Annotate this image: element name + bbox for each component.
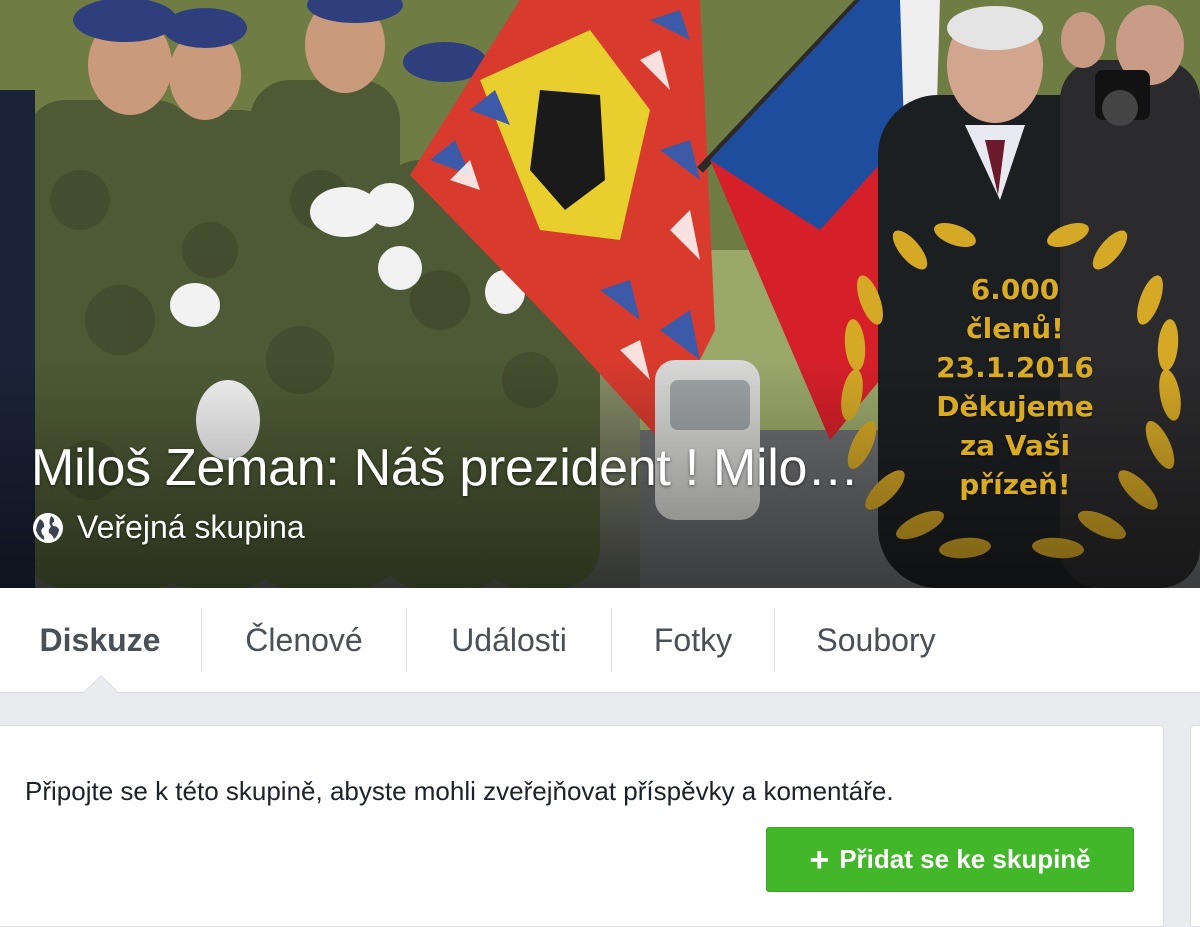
tab-events[interactable]: Události xyxy=(407,588,611,692)
group-title[interactable]: Miloš Zeman: Náš prezident ! Milo… xyxy=(31,438,859,498)
group-privacy[interactable]: Veřejná skupina xyxy=(31,509,305,546)
members-badge: 6.000 členů! 23.1.2016 Děkujeme za Vaši … xyxy=(900,270,1130,504)
badge-line: 23.1.2016 xyxy=(936,351,1094,384)
globe-icon xyxy=(33,512,63,543)
badge-line: Děkujeme xyxy=(936,390,1094,423)
group-tab-bar: Diskuze Členové Události Fotky Soubory xyxy=(0,588,1200,693)
plus-icon: + xyxy=(809,840,830,879)
join-group-button[interactable]: + Přidat se ke skupině xyxy=(766,827,1134,892)
tab-photos[interactable]: Fotky xyxy=(612,588,774,692)
active-tab-indicator-fill xyxy=(84,676,118,693)
tab-members[interactable]: Členové xyxy=(202,588,406,692)
badge-line: členů! xyxy=(966,312,1064,345)
group-cover-photo[interactable]: 6.000 členů! 23.1.2016 Děkujeme za Vaši … xyxy=(0,0,1200,588)
join-message: Připojte se k této skupině, abyste mohli… xyxy=(25,776,894,806)
join-group-panel: Připojte se k této skupině, abyste mohli… xyxy=(0,725,1164,927)
badge-line: přízeň! xyxy=(959,468,1071,501)
badge-line: za Vaši xyxy=(959,429,1071,462)
tab-files[interactable]: Soubory xyxy=(775,588,977,692)
badge-line: 6.000 xyxy=(970,273,1060,306)
join-group-button-label: Přidat se ke skupině xyxy=(839,844,1091,874)
privacy-label: Veřejná skupina xyxy=(77,509,305,545)
right-column-panel xyxy=(1190,725,1200,927)
